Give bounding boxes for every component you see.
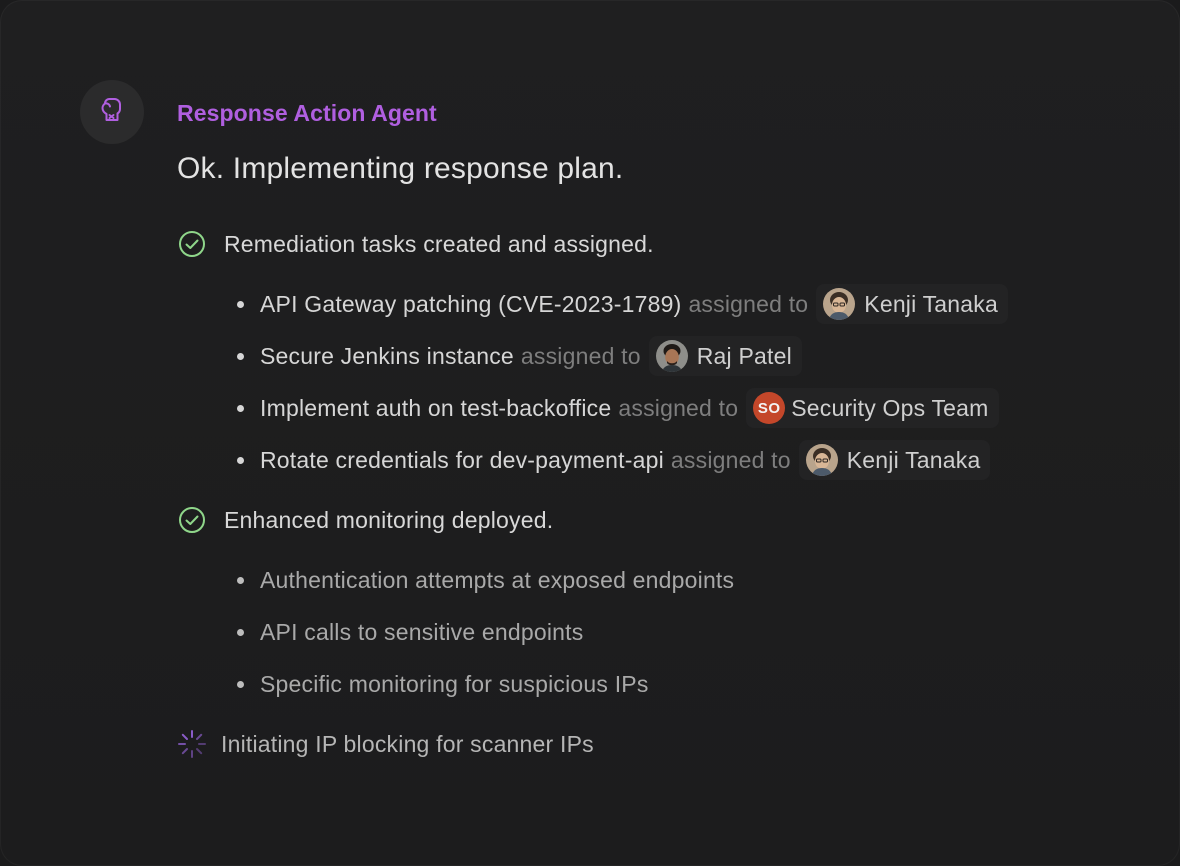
step-remediation: Remediation tasks created and assigned.	[177, 229, 654, 259]
step-label: Enhanced monitoring deployed.	[224, 506, 554, 533]
check-circle-icon	[177, 229, 207, 259]
step-monitoring: Enhanced monitoring deployed.	[177, 505, 553, 535]
task-text: Implement auth on test-backoffice	[260, 394, 612, 421]
assigned-to-label: assigned to	[670, 446, 791, 473]
step-ip-blocking: Initiating IP blocking for scanner IPs	[177, 729, 594, 759]
monitoring-item: API calls to sensitive endpoints	[237, 612, 583, 652]
assignee-name: Raj Patel	[696, 342, 792, 369]
task-item: Implement auth on test-backoffice assign…	[237, 388, 999, 428]
task-text: API Gateway patching (CVE-2023-1789)	[260, 290, 682, 317]
task-item: API Gateway patching (CVE-2023-1789) ass…	[237, 284, 1008, 324]
assignee-chip[interactable]: Kenji Tanaka	[816, 284, 1008, 324]
bullet-dot	[237, 352, 244, 360]
bullet-dot	[237, 628, 244, 636]
assigned-to-label: assigned to	[520, 342, 641, 369]
step-label: Initiating IP blocking for scanner IPs	[221, 730, 594, 757]
assigned-to-label: assigned to	[688, 290, 809, 317]
agent-name: Response Action Agent	[177, 100, 437, 126]
task-text: Rotate credentials for dev-payment-api	[260, 446, 664, 473]
task-item: Secure Jenkins instance assigned to Raj …	[237, 336, 802, 376]
assigned-to-label: assigned to	[618, 394, 739, 421]
raj-avatar	[655, 340, 688, 372]
agent-response-card: Response Action Agent Ok. Implementing r…	[0, 0, 1180, 866]
task-text: Secure Jenkins instance	[260, 342, 514, 369]
step-label: Remediation tasks created and assigned.	[224, 230, 654, 257]
bullet-dot	[237, 300, 244, 308]
kenji-avatar	[823, 288, 856, 320]
loading-spinner-icon	[177, 729, 207, 759]
assignee-name: Security Ops Team	[791, 394, 989, 421]
monitoring-text: Authentication attempts at exposed endpo…	[260, 566, 735, 593]
assignee-chip[interactable]: Kenji Tanaka	[798, 440, 991, 480]
assignee-name: Kenji Tanaka	[864, 290, 998, 317]
bullet-dot	[237, 680, 244, 688]
bullet-dot	[237, 404, 244, 412]
monitoring-item: Authentication attempts at exposed endpo…	[237, 560, 734, 600]
assignee-chip[interactable]: Raj Patel	[648, 336, 802, 376]
task-item: Rotate credentials for dev-payment-api a…	[237, 440, 991, 480]
bullet-dot	[237, 576, 244, 584]
monitoring-text: API calls to sensitive endpoints	[260, 618, 584, 645]
bullet-dot	[237, 456, 244, 464]
check-circle-icon	[177, 505, 207, 535]
kenji-avatar	[805, 444, 838, 476]
agent-avatar	[80, 80, 144, 144]
monitoring-text: Specific monitoring for suspicious IPs	[260, 670, 649, 697]
assignee-name: Kenji Tanaka	[846, 446, 981, 473]
team-initials-avatar: SO	[753, 392, 786, 424]
assignee-chip[interactable]: SO Security Ops Team	[746, 388, 999, 428]
monitoring-item: Specific monitoring for suspicious IPs	[237, 664, 649, 704]
response-headline: Ok. Implementing response plan.	[177, 152, 624, 185]
boxing-glove-icon	[98, 96, 126, 129]
